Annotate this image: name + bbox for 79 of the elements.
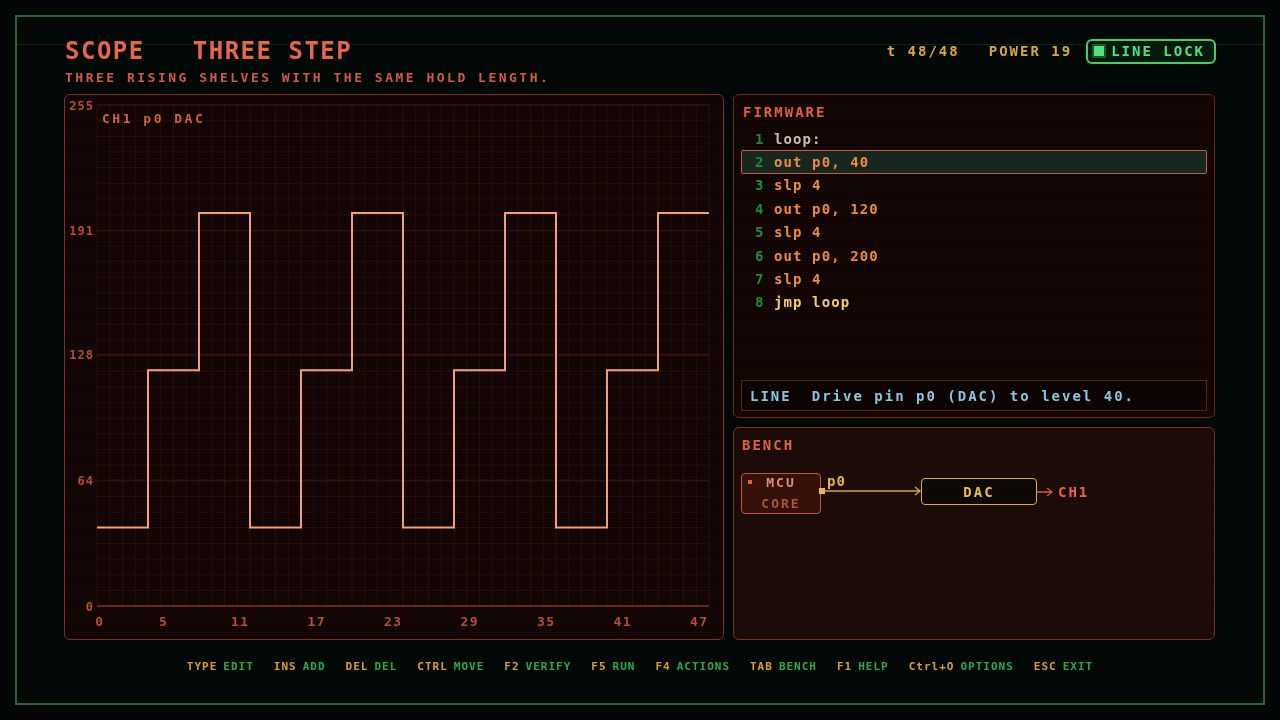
shortcut-action: HELP <box>858 660 889 674</box>
shortcut-key: DEL <box>345 660 369 674</box>
shortcut-action: ADD <box>302 660 326 674</box>
info-text: Drive pin p0 (DAC) to level 40. <box>811 386 1135 405</box>
time-counter: t 48/48 <box>886 42 960 60</box>
code-text: out p0, 200 <box>774 246 879 265</box>
shortcut-key: TYPE <box>186 660 218 674</box>
axis-tick-label: 35 <box>536 614 556 629</box>
code-line[interactable]: 3 slp 4 <box>741 173 1207 198</box>
axis-tick-label: 0 <box>95 614 105 629</box>
shortcut-action: RUN <box>612 660 636 674</box>
shortcut-action: OPTIONS <box>960 660 1014 674</box>
screen-title: SCOPE <box>65 37 145 65</box>
line-number: 1 <box>755 129 765 148</box>
node-label: MCU <box>766 474 796 492</box>
output-arrow <box>1037 486 1053 498</box>
dac-node[interactable]: DAC <box>921 478 1037 505</box>
toggle-square-icon <box>1092 44 1107 58</box>
line-number: 8 <box>755 293 765 312</box>
info-tag: LINE <box>750 386 792 405</box>
code-text: out p0, 40 <box>774 153 870 172</box>
code-text: slp 4 <box>774 270 822 289</box>
axis-tick-label: 128 <box>69 348 94 362</box>
shortcut-key: Ctrl+O <box>908 660 955 674</box>
port-label: p0 <box>827 472 846 490</box>
port-icon <box>819 488 825 494</box>
axis-tick-label: 0 <box>85 599 94 614</box>
channel-label: CH1 p0 DAC <box>102 111 206 126</box>
output-label: CH1 <box>1058 483 1090 501</box>
axis-tick-label: 64 <box>77 473 94 488</box>
code-line[interactable]: 1 loop: <box>741 127 1207 151</box>
shortcut-key: INS <box>273 660 297 674</box>
mcu-node[interactable]: MCU CORE <box>741 473 821 514</box>
line-number: 4 <box>755 199 765 218</box>
shortcut-key: TAB <box>750 660 773 674</box>
level-description: THREE RISING SHELVES WITH THE SAME HOLD LENGTH. <box>64 70 551 86</box>
shortcut-key: F2 <box>504 660 520 674</box>
panel-title: FIRMWARE <box>743 103 827 121</box>
axis-tick-label: 11 <box>230 614 250 629</box>
shortcut-action: BENCH <box>778 660 817 674</box>
power-counter: POWER 19 <box>988 42 1073 60</box>
node-sublabel: CORE <box>761 496 801 512</box>
axis-tick-label: 29 <box>460 614 480 629</box>
line-number: 3 <box>755 176 765 195</box>
axis-tick-label: 47 <box>689 614 709 629</box>
shortcut-key: F5 <box>591 660 607 674</box>
code-line[interactable]: 7 slp 4 <box>741 267 1207 291</box>
axis-tick-label: 17 <box>307 614 327 629</box>
line-number: 7 <box>755 270 765 289</box>
line-lock-toggle[interactable]: LINE LOCK <box>1086 38 1216 64</box>
axis-tick-label: 23 <box>383 614 403 629</box>
panel-title: BENCH <box>742 436 795 454</box>
shortcut-key: ESC <box>1033 660 1057 674</box>
shortcut-key: F1 <box>837 660 853 674</box>
code-text: slp 4 <box>774 176 822 195</box>
shortcut-action: EXIT <box>1062 660 1094 674</box>
code-text: slp 4 <box>774 223 822 242</box>
code-line[interactable]: 5 slp 4 <box>741 220 1207 244</box>
axis-tick-label: 41 <box>613 614 633 629</box>
line-number: 6 <box>755 246 765 265</box>
code-line[interactable]: 6 out p0, 200 <box>741 243 1207 268</box>
level-title: THREE STEP <box>192 37 353 65</box>
axis-tick-label: 191 <box>69 224 94 239</box>
shortcut-key: F4 <box>655 660 671 674</box>
line-number: 2 <box>755 153 765 172</box>
code-text: loop: <box>774 129 822 148</box>
shortcut-action: MOVE <box>453 660 485 674</box>
axis-tick-label: 5 <box>159 614 169 629</box>
shortcut-action: VERIFY <box>525 660 572 674</box>
line-number: 5 <box>755 223 765 242</box>
shortcut-action: ACTIONS <box>676 660 730 674</box>
shortcut-action: DEL <box>374 660 398 674</box>
shortcut-action: EDIT <box>223 660 254 674</box>
code-text: out p0, 120 <box>774 199 879 218</box>
axis-tick-label: 255 <box>69 98 94 113</box>
code-line[interactable]: 8 jmp loop <box>741 290 1207 315</box>
code-text: jmp loop <box>774 293 851 312</box>
shortcut-key: CTRL <box>417 660 448 674</box>
code-line[interactable]: 4 out p0, 120 <box>741 197 1207 221</box>
